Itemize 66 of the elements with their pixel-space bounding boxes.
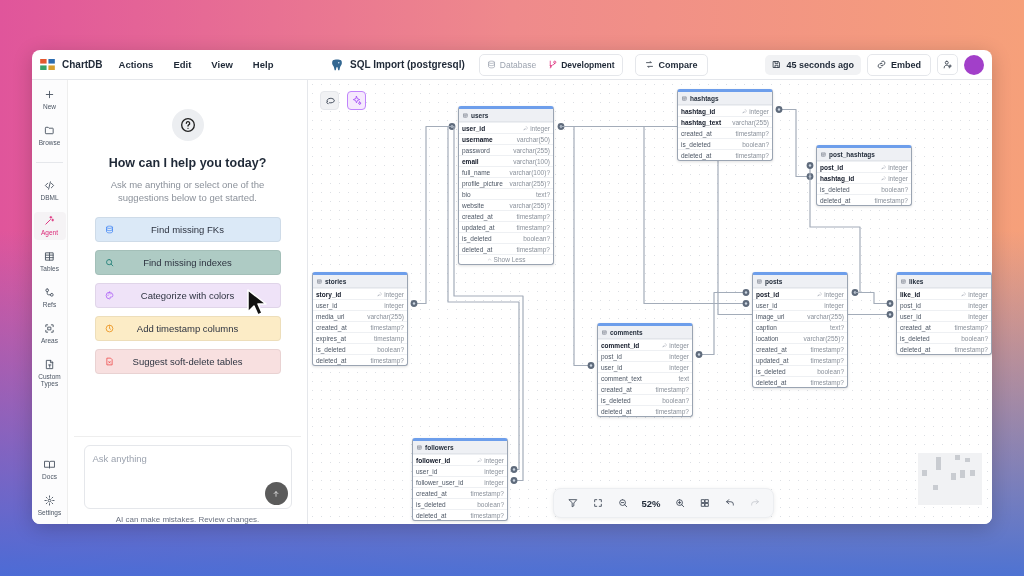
user-button[interactable] xyxy=(937,54,958,75)
palette-icon xyxy=(104,291,114,300)
table-icon xyxy=(757,278,762,284)
menu-item[interactable]: View xyxy=(211,57,233,72)
database-icon xyxy=(486,60,496,69)
menu-item[interactable]: Help xyxy=(252,57,274,72)
link-icon xyxy=(877,60,886,69)
chevron-up-icon xyxy=(486,257,492,262)
wand-icon xyxy=(44,215,55,227)
app-name: ChartDB xyxy=(62,59,103,70)
table-icon xyxy=(901,278,906,284)
suggestion-button[interactable]: Suggest soft-delete tables xyxy=(94,349,281,374)
clock-icon xyxy=(104,324,114,333)
agent-heading: How can I help you today? xyxy=(108,156,267,170)
table-node[interactable] xyxy=(458,106,554,265)
message-field[interactable]: Ask anything xyxy=(83,445,292,509)
book-icon xyxy=(44,459,55,471)
logo-icon xyxy=(40,59,55,70)
help-icon xyxy=(179,117,196,133)
suggestion-button[interactable]: Categorize with colors xyxy=(94,283,281,308)
compare-icon xyxy=(644,60,654,69)
branch-icon xyxy=(548,60,558,69)
save-time: 45 seconds ago xyxy=(786,59,854,70)
minimap xyxy=(918,453,982,505)
user-icon xyxy=(943,60,952,69)
plus-icon xyxy=(44,89,55,100)
grid-icon xyxy=(699,498,710,508)
settings-icon xyxy=(44,495,55,507)
code-icon xyxy=(44,179,55,191)
file-x-icon xyxy=(104,357,114,366)
table-icon xyxy=(417,444,422,450)
sparkles-icon xyxy=(351,95,362,106)
redo-icon xyxy=(749,498,760,508)
embed-button[interactable]: Embed xyxy=(867,53,931,76)
zoom-out-icon xyxy=(617,498,628,508)
disclaimer: AI can make mistakes. Review changes. xyxy=(115,515,260,524)
diagram-name: SQL Import (postgresql) xyxy=(350,59,465,70)
menu-item[interactable]: Actions xyxy=(118,57,154,72)
menu-item[interactable]: Edit xyxy=(173,57,192,72)
suggestion-button[interactable]: Find missing FKs xyxy=(94,217,281,242)
canvas-tool-button[interactable] xyxy=(347,91,366,110)
suggestion-button[interactable]: Find missing indexes xyxy=(94,250,281,275)
table-icon xyxy=(821,151,826,157)
branch-tab[interactable]: Development xyxy=(543,56,620,73)
suggestion-button[interactable]: Add timestamp columns xyxy=(94,316,281,341)
search-icon xyxy=(104,258,114,267)
save-icon xyxy=(772,60,782,69)
file-icon xyxy=(44,358,55,370)
table-icon xyxy=(317,278,322,284)
table-icon xyxy=(602,329,607,335)
agent-subtitle: Ask me anything or select one of the suggestions below to get started. xyxy=(109,178,266,204)
folder-icon xyxy=(44,124,55,136)
table-icon xyxy=(463,112,468,118)
database-icon xyxy=(104,225,114,234)
arrow-up-icon xyxy=(272,489,280,498)
zoom-in-icon xyxy=(674,498,685,508)
expand-icon xyxy=(592,498,603,508)
link-nodes-icon xyxy=(44,287,55,298)
filter-icon xyxy=(567,498,578,508)
frame-icon xyxy=(44,322,55,334)
table-icon xyxy=(682,95,687,101)
table-icon xyxy=(44,251,55,263)
avatar[interactable] xyxy=(964,54,984,75)
undo-icon xyxy=(724,498,735,508)
zoom-level: 52% xyxy=(640,497,662,509)
compare-button[interactable]: Compare xyxy=(634,53,708,76)
